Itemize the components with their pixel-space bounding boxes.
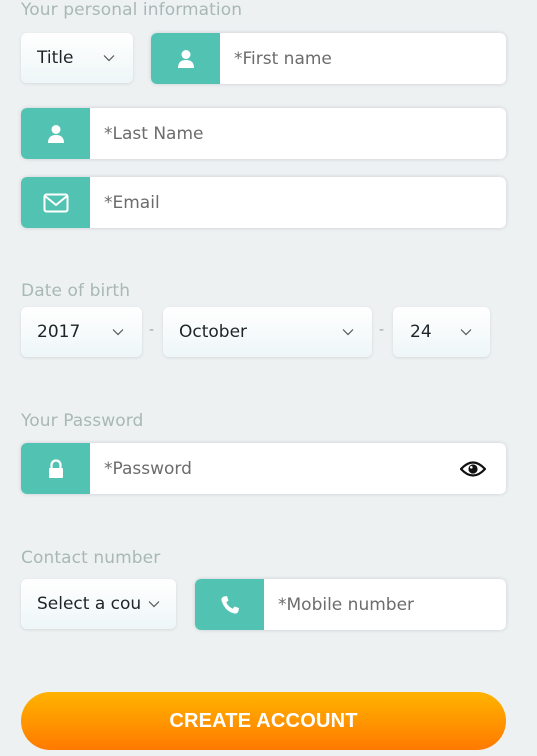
last-name-field[interactable] [21, 108, 506, 159]
dob-day-value: 24 [410, 322, 432, 342]
chevron-down-icon [342, 329, 354, 336]
first-name-field[interactable] [151, 33, 506, 84]
chevron-down-icon [112, 329, 124, 336]
password-input[interactable] [90, 443, 460, 494]
user-icon [47, 124, 64, 143]
title-select-value: Title [37, 48, 74, 68]
title-select[interactable]: Title [21, 33, 133, 83]
last-name-icon-box [21, 108, 90, 159]
eye-icon[interactable] [460, 460, 486, 478]
password-label: Your Password [21, 411, 144, 431]
lock-icon [48, 458, 63, 478]
personal-info-label: Your personal information [21, 0, 243, 20]
dob-year-select[interactable]: 2017 [21, 307, 142, 357]
mobile-input[interactable] [264, 579, 506, 630]
phone-icon [220, 595, 239, 614]
chevron-down-icon [148, 601, 160, 608]
country-select-value: Select a country [37, 594, 142, 614]
mobile-field[interactable] [195, 579, 506, 630]
email-icon-box [21, 177, 90, 228]
dob-separator: - [149, 322, 155, 338]
contact-label: Contact number [21, 548, 161, 568]
password-field[interactable] [21, 443, 506, 494]
dob-label: Date of birth [21, 281, 131, 301]
dob-day-select[interactable]: 24 [393, 307, 490, 357]
dob-separator: - [379, 322, 385, 338]
dob-year-value: 2017 [37, 322, 81, 342]
user-icon [177, 49, 194, 68]
create-account-button[interactable]: CREATE ACCOUNT [21, 692, 506, 750]
envelope-icon [43, 193, 68, 212]
mobile-icon-box [195, 579, 264, 630]
first-name-input[interactable] [220, 33, 506, 84]
first-name-icon-box [151, 33, 220, 84]
chevron-down-icon [460, 329, 472, 336]
last-name-input[interactable] [90, 108, 506, 159]
chevron-down-icon [103, 55, 115, 62]
dob-month-select[interactable]: October [163, 307, 372, 357]
dob-month-value: October [179, 322, 248, 342]
country-select[interactable]: Select a country [21, 579, 176, 629]
password-icon-box [21, 443, 90, 494]
email-field[interactable] [21, 177, 506, 228]
email-input[interactable] [90, 177, 506, 228]
